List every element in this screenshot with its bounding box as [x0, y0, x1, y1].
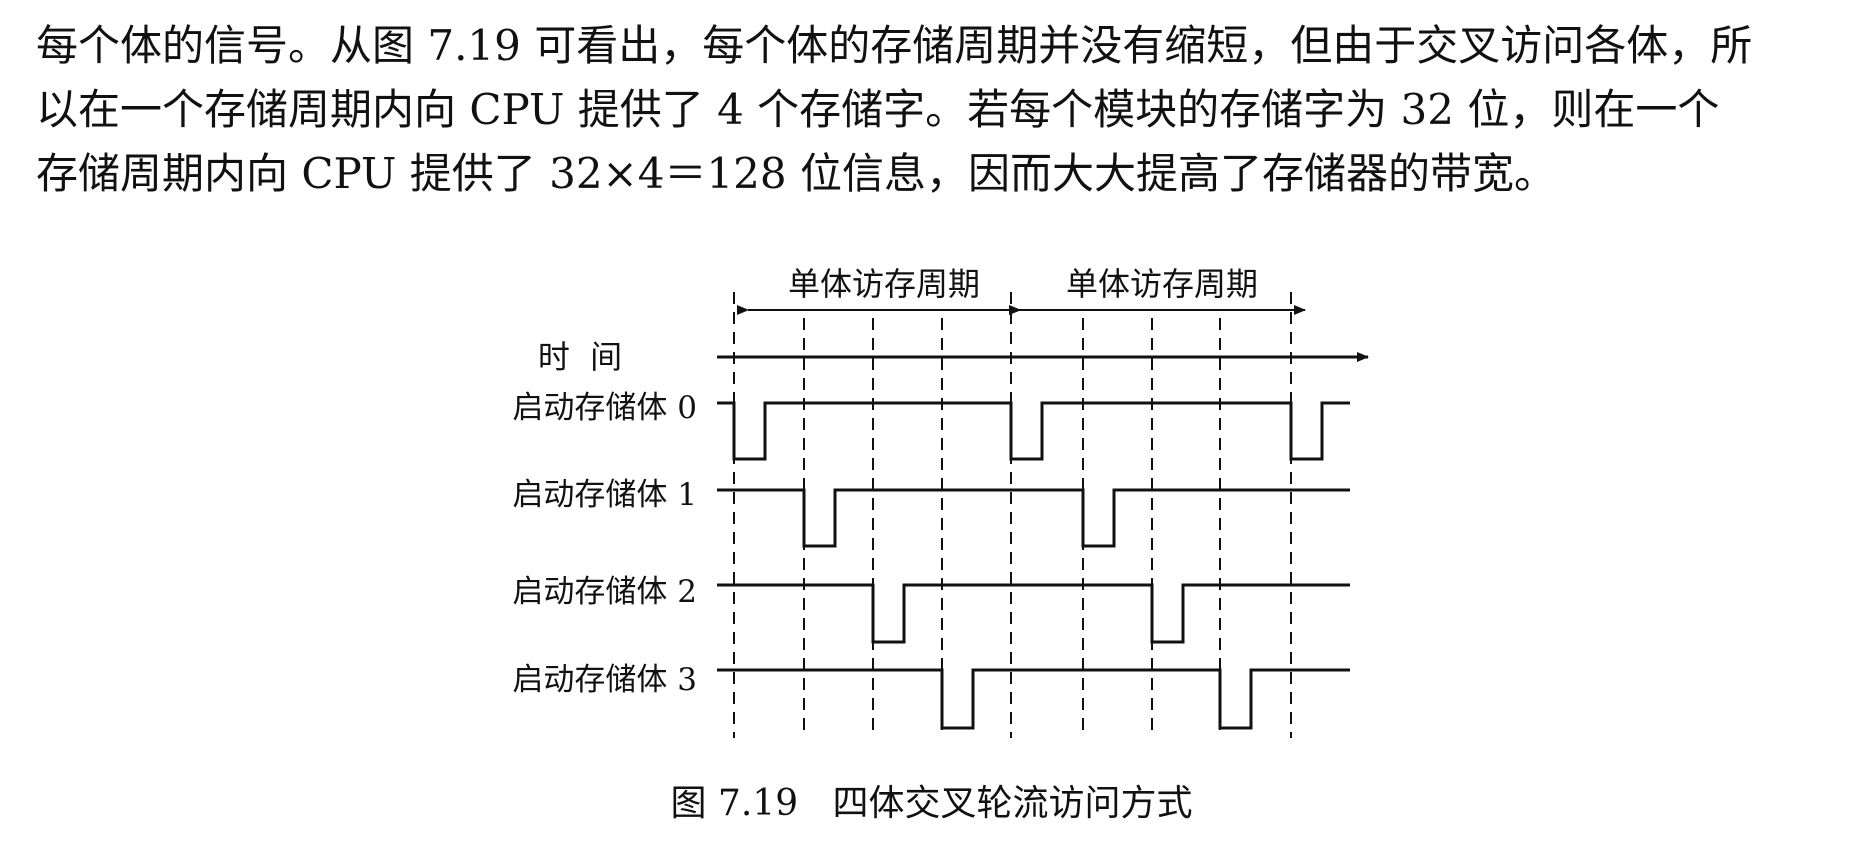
period-label-2: 单体访存周期 — [1066, 265, 1258, 303]
timing-diagram: 单体访存周期 单体访存周期 时 间 启动存储体 0 启动存储体 1 启动存储体 … — [512, 265, 1369, 738]
time-axis: 时 间 — [538, 338, 1369, 376]
row-label-bank-0: 启动存储体 0 — [512, 390, 697, 426]
time-axis-label: 时 间 — [538, 338, 622, 376]
row-label-bank-2: 启动存储体 2 — [512, 574, 697, 610]
row-label-bank-3: 启动存储体 3 — [512, 662, 697, 698]
bank-1-waveform — [717, 488, 1350, 548]
bank-3-waveform — [717, 668, 1350, 730]
figure-caption: 图 7.19 四体交叉轮流访问方式 — [670, 783, 1193, 824]
row-labels: 启动存储体 0 启动存储体 1 启动存储体 2 启动存储体 3 — [512, 390, 697, 698]
bank-0-waveform — [717, 401, 1350, 461]
period-dimension-1: 单体访存周期 — [737, 265, 1021, 315]
period-dimension-2: 单体访存周期 — [1009, 265, 1306, 315]
period-label-1: 单体访存周期 — [788, 265, 980, 303]
row-label-bank-1: 启动存储体 1 — [512, 477, 697, 513]
bank-2-waveform — [717, 583, 1350, 644]
